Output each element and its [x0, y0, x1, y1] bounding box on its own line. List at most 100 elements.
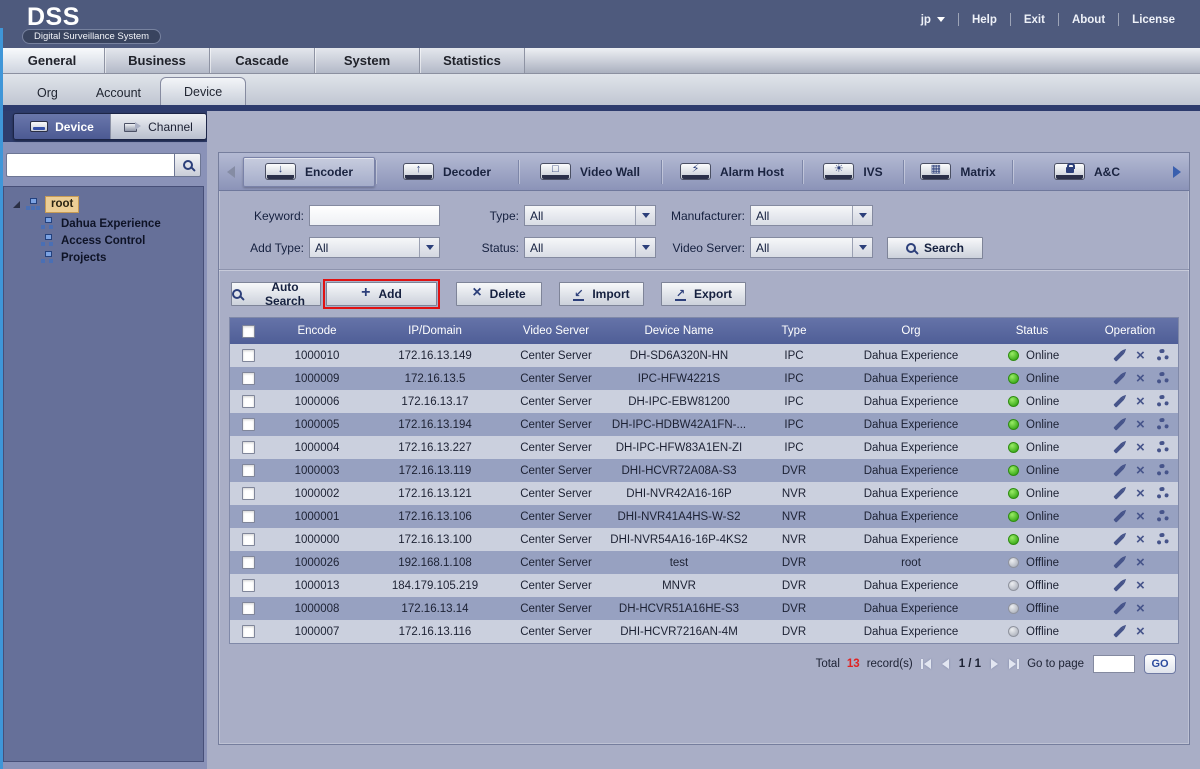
device-tab-ivs[interactable]: ☀IVS — [803, 153, 903, 191]
column-header-video-server[interactable]: Video Server — [502, 325, 610, 337]
tab-system[interactable]: System — [315, 48, 420, 73]
delete-icon[interactable] — [1136, 394, 1145, 409]
search-button[interactable]: Search — [887, 237, 983, 259]
tab-statistics[interactable]: Statistics — [420, 48, 525, 73]
settings-icon[interactable] — [1156, 349, 1169, 362]
device-tab-video-wall[interactable]: □Video Wall — [519, 153, 661, 191]
export-button[interactable]: Export — [661, 282, 746, 306]
keyword-input[interactable] — [309, 205, 440, 226]
edit-icon[interactable] — [1113, 626, 1124, 637]
last-page-button[interactable] — [1006, 659, 1022, 669]
column-header-encode[interactable]: Encode — [266, 325, 368, 337]
go-button[interactable]: GO — [1144, 654, 1176, 674]
tree-node-access-control[interactable]: Access Control — [40, 234, 203, 247]
manufacturer-dropdown-button[interactable] — [852, 206, 872, 225]
edit-icon[interactable] — [1113, 557, 1124, 568]
column-header-operation[interactable]: Operation — [1082, 325, 1178, 337]
delete-icon[interactable] — [1136, 463, 1145, 478]
device-view-button[interactable]: Device — [14, 114, 110, 139]
auto-search-button[interactable]: Auto Search — [231, 282, 321, 306]
video-server-dropdown-button[interactable] — [852, 238, 872, 257]
edit-icon[interactable] — [1113, 465, 1124, 476]
settings-icon[interactable] — [1156, 418, 1169, 431]
edit-icon[interactable] — [1113, 488, 1124, 499]
delete-icon[interactable] — [1136, 509, 1145, 524]
import-button[interactable]: Import — [559, 282, 644, 306]
edit-icon[interactable] — [1113, 396, 1124, 407]
manufacturer-dropdown[interactable]: All — [750, 205, 873, 226]
settings-icon[interactable] — [1156, 510, 1169, 523]
add-type-dropdown-button[interactable] — [419, 238, 439, 257]
row-checkbox[interactable] — [242, 579, 255, 592]
delete-icon[interactable] — [1136, 486, 1145, 501]
add-type-dropdown[interactable]: All — [309, 237, 440, 258]
row-checkbox[interactable] — [242, 441, 255, 454]
edit-icon[interactable] — [1113, 603, 1124, 614]
add-button[interactable]: Add — [326, 282, 437, 306]
subtab-device[interactable]: Device — [160, 77, 246, 105]
row-checkbox[interactable] — [242, 395, 255, 408]
tab-business[interactable]: Business — [105, 48, 210, 73]
row-checkbox[interactable] — [242, 418, 255, 431]
delete-icon[interactable] — [1136, 601, 1145, 616]
menu-license[interactable]: License — [1119, 14, 1188, 26]
tree-search-button[interactable] — [174, 153, 201, 177]
settings-icon[interactable] — [1156, 372, 1169, 385]
settings-icon[interactable] — [1156, 533, 1169, 546]
row-checkbox[interactable] — [242, 464, 255, 477]
column-header-device-name[interactable]: Device Name — [610, 325, 748, 337]
delete-icon[interactable] — [1136, 555, 1145, 570]
menu-exit[interactable]: Exit — [1011, 14, 1058, 26]
tree-node-projects[interactable]: Projects — [40, 251, 203, 264]
edit-icon[interactable] — [1113, 511, 1124, 522]
edit-icon[interactable] — [1113, 350, 1124, 361]
type-dropdown[interactable]: All — [524, 205, 656, 226]
tab-cascade[interactable]: Cascade — [210, 48, 315, 73]
row-checkbox[interactable] — [242, 533, 255, 546]
subtab-org[interactable]: Org — [18, 81, 77, 105]
row-checkbox[interactable] — [242, 349, 255, 362]
device-tab-a-c[interactable]: A&C — [1013, 153, 1161, 191]
column-header-status[interactable]: Status — [982, 325, 1082, 337]
delete-icon[interactable] — [1136, 578, 1145, 593]
type-dropdown-button[interactable] — [635, 206, 655, 225]
edit-icon[interactable] — [1113, 419, 1124, 430]
column-header-type[interactable]: Type — [748, 325, 840, 337]
subtab-account[interactable]: Account — [77, 81, 160, 105]
row-checkbox[interactable] — [242, 372, 255, 385]
settings-icon[interactable] — [1156, 487, 1169, 500]
edit-icon[interactable] — [1113, 442, 1124, 453]
menu-help[interactable]: Help — [959, 14, 1010, 26]
menu-about[interactable]: About — [1059, 14, 1118, 26]
settings-icon[interactable] — [1156, 441, 1169, 454]
delete-icon[interactable] — [1136, 532, 1145, 547]
tree-node-dahua-experience[interactable]: Dahua Experience — [40, 217, 203, 230]
device-tab-matrix[interactable]: ▦Matrix — [904, 153, 1012, 191]
device-tab-decoder[interactable]: ↑Decoder — [376, 153, 518, 191]
edit-icon[interactable] — [1113, 373, 1124, 384]
delete-icon[interactable] — [1136, 440, 1145, 455]
first-page-button[interactable] — [918, 659, 934, 669]
row-checkbox[interactable] — [242, 556, 255, 569]
select-all-checkbox[interactable] — [242, 325, 255, 338]
tab-general[interactable]: General — [0, 48, 105, 73]
delete-icon[interactable] — [1136, 624, 1145, 639]
goto-page-input[interactable] — [1093, 655, 1135, 673]
column-header-org[interactable]: Org — [840, 325, 982, 337]
edit-icon[interactable] — [1113, 580, 1124, 591]
device-tab-encoder[interactable]: ↓Encoder — [243, 157, 375, 187]
video-server-dropdown[interactable]: All — [750, 237, 873, 258]
status-dropdown-button[interactable] — [635, 238, 655, 257]
device-tab-alarm-host[interactable]: ⚡Alarm Host — [662, 153, 802, 191]
scroll-left-icon[interactable] — [227, 166, 235, 178]
delete-button[interactable]: Delete — [456, 282, 542, 306]
column-header-ip-domain[interactable]: IP/Domain — [368, 325, 502, 337]
delete-icon[interactable] — [1136, 417, 1145, 432]
tree-node-root[interactable]: root — [45, 196, 79, 213]
row-checkbox[interactable] — [242, 602, 255, 615]
settings-icon[interactable] — [1156, 464, 1169, 477]
delete-icon[interactable] — [1136, 371, 1145, 386]
prev-page-button[interactable] — [939, 659, 952, 669]
next-page-button[interactable] — [988, 659, 1001, 669]
tree-expander-icon[interactable] — [13, 201, 20, 208]
